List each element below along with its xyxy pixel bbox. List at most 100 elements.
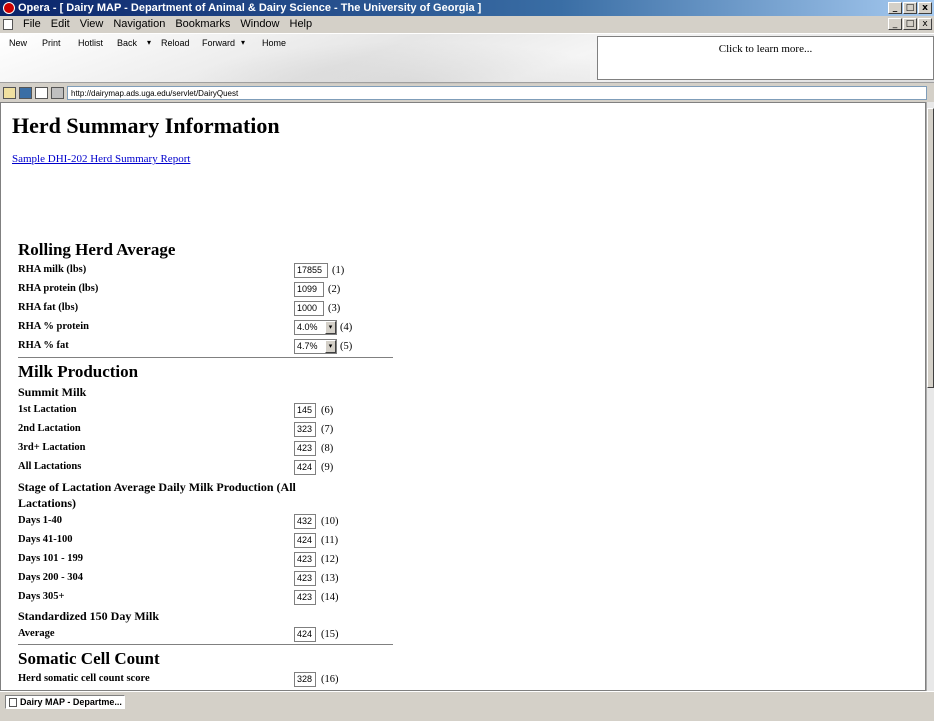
new-button[interactable]: New (9, 38, 27, 48)
doc-restore-button[interactable]: □ (903, 18, 917, 30)
title-bar: Opera - [ Dairy MAP - Department of Anim… (0, 0, 934, 16)
back-button[interactable]: Back (117, 38, 137, 48)
stage-days-41-100-num: (11) (321, 535, 339, 546)
minimize-button[interactable]: _ (888, 2, 902, 14)
std-average-row: Average 424 (15) (18, 627, 398, 643)
stage-days-101-199-input[interactable]: 423 (294, 552, 316, 567)
summit-3rd-num: (8) (321, 443, 334, 454)
window-controls: _ □ x (888, 2, 932, 14)
navigate-icon[interactable] (19, 87, 32, 99)
scc-score-row: Herd somatic cell count score 328 (16) (18, 672, 398, 688)
stage-days-305-input[interactable]: 423 (294, 590, 316, 605)
rha-pct-protein-row: RHA % protein 4.0% ▾ (4) (18, 320, 398, 336)
summit-2nd-input[interactable]: 323 (294, 422, 316, 437)
url-input[interactable] (67, 86, 927, 100)
stage-days-305-num: (14) (321, 592, 339, 603)
stage-days-41-100-row: Days 41-100 424 (11) (18, 533, 398, 549)
printer-icon[interactable] (51, 87, 64, 99)
menu-file[interactable]: File (18, 16, 46, 33)
vertical-scrollbar[interactable] (926, 102, 934, 691)
stage-days-41-100-input[interactable]: 424 (294, 533, 316, 548)
reload-button[interactable]: Reload (161, 38, 190, 48)
rha-pct-fat-label: RHA % fat (18, 340, 69, 351)
document-window-controls: _ □ x (888, 18, 932, 30)
rha-protein-label: RHA protein (lbs) (18, 283, 99, 294)
security-icon[interactable] (3, 87, 16, 99)
stage-days-101-199-label: Days 101 - 199 (18, 553, 84, 564)
stage-days-200-304-label: Days 200 - 304 (18, 572, 84, 583)
summit-2nd-row: 2nd Lactation 323 (7) (18, 422, 398, 438)
sample-report-link[interactable]: Sample DHI-202 Herd Summary Report (12, 153, 190, 165)
close-button[interactable]: x (918, 2, 932, 14)
summit-milk-heading: Summit Milk (18, 385, 87, 399)
maximize-button[interactable]: □ (903, 2, 917, 14)
menu-navigation[interactable]: Navigation (108, 16, 170, 33)
stage-days-1-40-input[interactable]: 432 (294, 514, 316, 529)
rha-fat-label: RHA fat (lbs) (18, 302, 79, 313)
chevron-down-icon[interactable]: ▾ (325, 321, 336, 334)
status-bar: Dairy MAP - Departme... (0, 691, 934, 721)
rha-milk-label: RHA milk (lbs) (18, 264, 87, 275)
document-icon (3, 19, 13, 30)
summit-1st-num: (6) (321, 405, 334, 416)
scc-score-input[interactable]: 328 (294, 672, 316, 687)
rha-heading: Rolling Herd Average (18, 240, 176, 259)
rha-protein-row: RHA protein (lbs) 1099 (2) (18, 282, 398, 298)
ad-banner[interactable]: Click to learn more... (597, 36, 934, 80)
stage-days-305-row: Days 305+ 423 (14) (18, 590, 398, 606)
summit-all-label: All Lactations (18, 461, 82, 472)
rha-milk-num: (1) (332, 265, 345, 276)
summit-1st-label: 1st Lactation (18, 404, 77, 415)
summit-all-input[interactable]: 424 (294, 460, 316, 475)
stage-lactation-heading-line2: Lactations) (18, 496, 76, 510)
forward-button[interactable]: Forward (202, 38, 235, 48)
page-title: Herd Summary Information (12, 113, 280, 138)
rha-pct-protein-select[interactable]: 4.0% ▾ (294, 320, 337, 335)
print-button[interactable]: Print (42, 38, 61, 48)
stage-days-1-40-label: Days 1-40 (18, 515, 63, 526)
doc-close-button[interactable]: x (918, 18, 932, 30)
window-task-label: Dairy MAP - Departme... (20, 697, 122, 707)
stage-days-200-304-num: (13) (321, 573, 339, 584)
stage-days-200-304-row: Days 200 - 304 423 (13) (18, 571, 398, 587)
back-dropdown-icon[interactable]: ▾ (147, 38, 151, 47)
rha-fat-input[interactable]: 1000 (294, 301, 324, 316)
rha-fat-num: (3) (328, 303, 341, 314)
toolbar: New Print Hotlist Back ▾ Reload Forward … (0, 33, 934, 84)
rha-protein-num: (2) (328, 284, 341, 295)
summit-3rd-input[interactable]: 423 (294, 441, 316, 456)
stage-lactation-heading: Stage of Lactation Average Daily Milk Pr… (18, 479, 296, 511)
rha-protein-input[interactable]: 1099 (294, 282, 324, 297)
page-icon[interactable] (35, 87, 48, 99)
section-divider (18, 357, 393, 358)
std-average-input[interactable]: 424 (294, 627, 316, 642)
ad-text: Click to learn more... (718, 43, 813, 55)
home-button[interactable]: Home (262, 38, 286, 48)
scroll-thumb[interactable] (927, 108, 934, 388)
doc-minimize-button[interactable]: _ (888, 18, 902, 30)
window-task-button[interactable]: Dairy MAP - Departme... (5, 695, 125, 709)
menu-window[interactable]: Window (235, 16, 284, 33)
summit-1st-row: 1st Lactation 145 (6) (18, 403, 398, 419)
standardized-150-heading: Standardized 150 Day Milk (18, 609, 160, 623)
summit-1st-input[interactable]: 145 (294, 403, 316, 418)
menu-bookmarks[interactable]: Bookmarks (170, 16, 235, 33)
rha-pct-fat-value: 4.7% (297, 341, 318, 351)
rha-pct-fat-select[interactable]: 4.7% ▾ (294, 339, 337, 354)
rha-milk-input[interactable]: 17855 (294, 263, 328, 278)
std-average-label: Average (18, 628, 55, 639)
chevron-down-icon[interactable]: ▾ (325, 340, 336, 353)
menu-view[interactable]: View (75, 16, 109, 33)
menu-bar: File Edit View Navigation Bookmarks Wind… (0, 16, 934, 33)
hotlist-button[interactable]: Hotlist (78, 38, 103, 48)
stage-days-101-199-row: Days 101 - 199 423 (12) (18, 552, 398, 568)
forward-dropdown-icon[interactable]: ▾ (241, 38, 245, 47)
rha-pct-protein-value: 4.0% (297, 322, 318, 332)
stage-days-200-304-input[interactable]: 423 (294, 571, 316, 586)
menu-edit[interactable]: Edit (46, 16, 75, 33)
summit-all-row: All Lactations 424 (9) (18, 460, 398, 476)
rha-pct-fat-num: (5) (340, 341, 353, 352)
menu-help[interactable]: Help (285, 16, 318, 33)
milk-production-heading: Milk Production (18, 362, 139, 381)
window-title: Opera - [ Dairy MAP - Department of Anim… (18, 2, 482, 14)
